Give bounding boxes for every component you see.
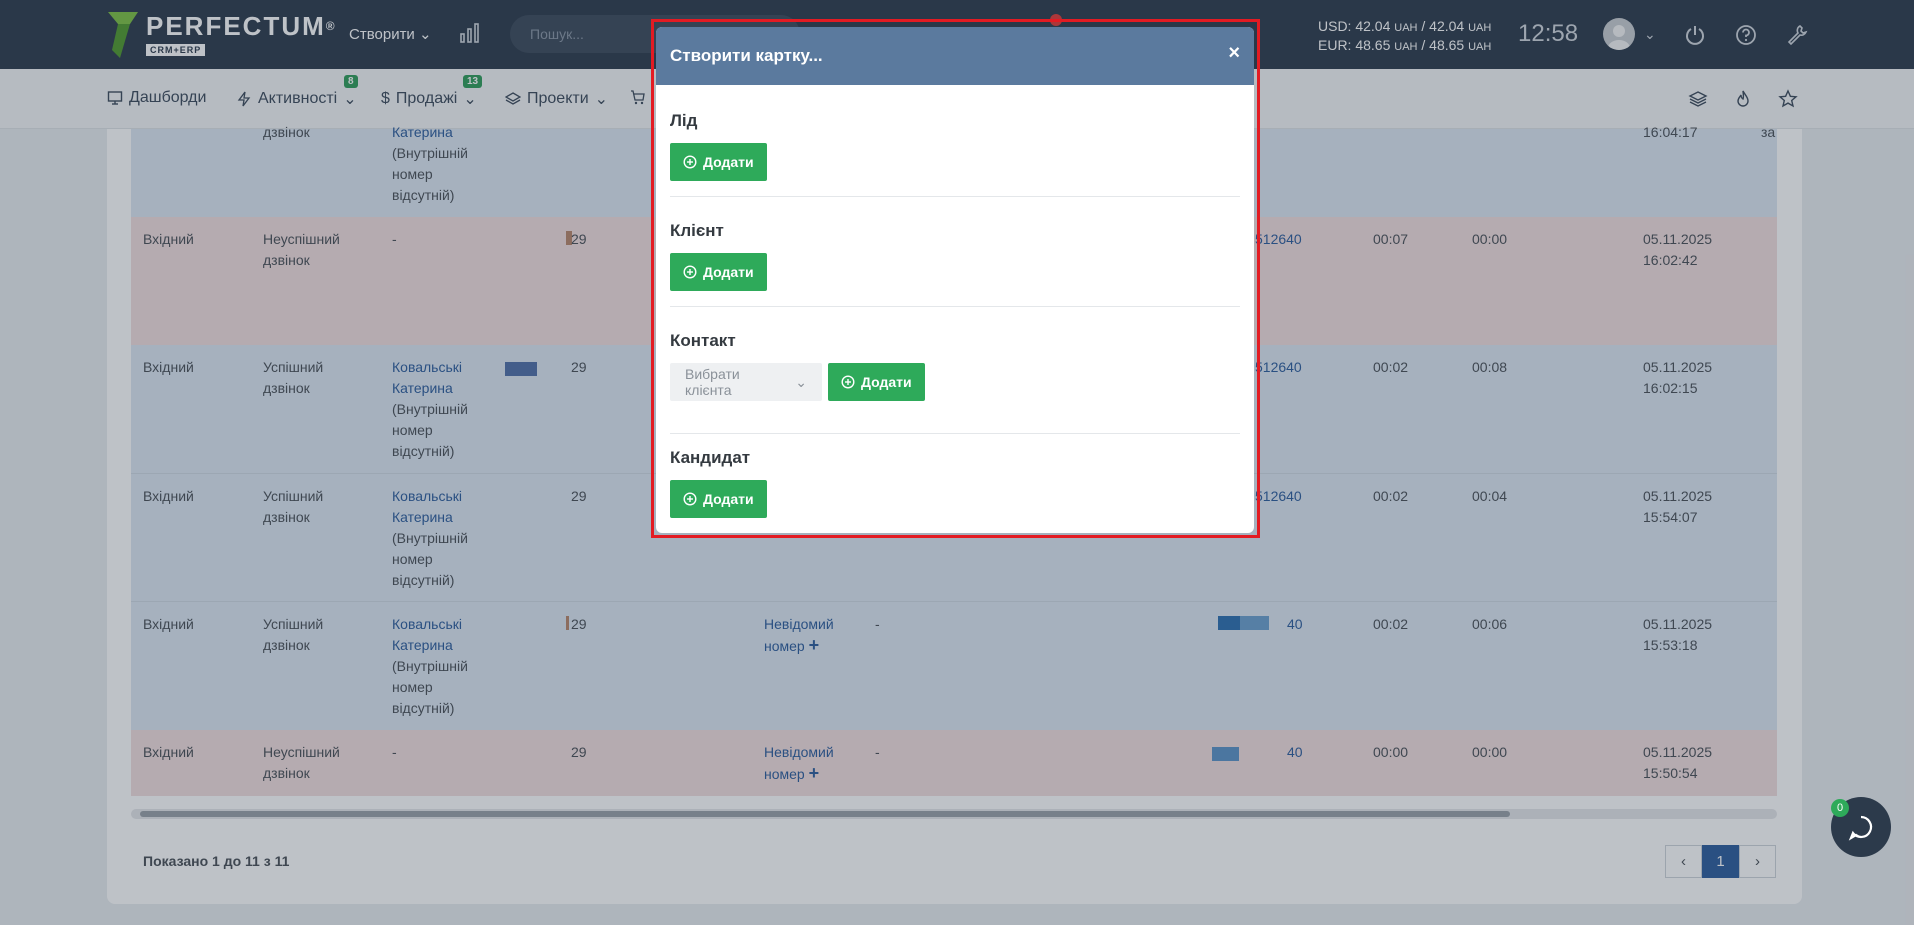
client-section: Клієнт <box>670 221 1240 241</box>
modal-header: Створити картку... × <box>656 27 1254 85</box>
candidate-section: Кандидат <box>670 448 1240 468</box>
add-contact-button[interactable]: Додати <box>828 363 925 401</box>
plus-circle-icon <box>683 265 697 279</box>
chat-badge: 0 <box>1831 799 1849 817</box>
modal-title: Створити картку... <box>670 46 823 65</box>
select-client-dropdown[interactable]: Вибрати клієнта ⌄ <box>670 363 822 401</box>
close-icon[interactable]: × <box>1228 43 1240 63</box>
lead-section: Лід <box>670 111 1240 131</box>
divider <box>670 196 1240 197</box>
section-title: Контакт <box>670 331 736 350</box>
divider <box>670 433 1240 434</box>
section-title: Лід <box>670 111 698 130</box>
create-card-modal: Створити картку... × Лід Додати Клієнт Д… <box>656 27 1254 533</box>
section-title: Клієнт <box>670 221 724 240</box>
add-candidate-button[interactable]: Додати <box>670 480 767 518</box>
plus-circle-icon <box>683 492 697 506</box>
chat-icon <box>1848 815 1873 841</box>
section-title: Кандидат <box>670 448 751 467</box>
contact-section: Контакт <box>670 331 1240 351</box>
divider <box>670 306 1240 307</box>
plus-circle-icon <box>841 375 855 389</box>
add-client-button[interactable]: Додати <box>670 253 767 291</box>
plus-circle-icon <box>683 155 697 169</box>
add-lead-button[interactable]: Додати <box>670 143 767 181</box>
chevron-down-icon: ⌄ <box>795 373 807 390</box>
